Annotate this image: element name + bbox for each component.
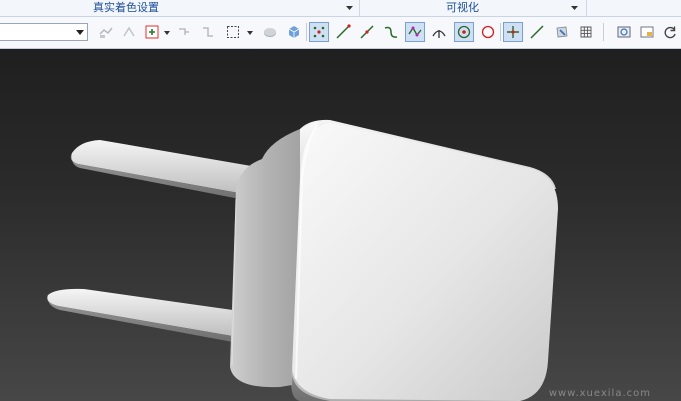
ribbon-group-bar: 真实着色设置 可视化 [0, 0, 681, 17]
mesh-icon[interactable] [576, 22, 596, 42]
fit-view-icon[interactable] [614, 22, 634, 42]
snap-circle-icon[interactable] [478, 22, 498, 42]
select-box-icon[interactable] [223, 22, 243, 42]
chevron-down-icon[interactable] [164, 31, 170, 36]
snap-vertex-icon[interactable] [405, 22, 425, 42]
shading-settings-dropdown-icon[interactable] [345, 3, 354, 12]
charger-model [47, 119, 558, 401]
group-separator [586, 0, 587, 16]
toolbar-separator [500, 23, 501, 41]
toolbar-separator [306, 23, 307, 41]
snap-midpoint-icon[interactable] [429, 22, 449, 42]
window-icon[interactable] [637, 22, 657, 42]
clip-icon[interactable] [174, 22, 194, 42]
view-dropdown[interactable] [0, 23, 88, 41]
chevron-down-icon [76, 30, 84, 35]
refresh-icon[interactable] [660, 22, 680, 42]
clip-edge-icon[interactable] [198, 22, 218, 42]
group-label-visualization[interactable]: 可视化 [446, 0, 479, 16]
mirror-icon[interactable] [119, 22, 139, 42]
group-separator [359, 0, 360, 16]
snap-edge-icon[interactable] [357, 22, 377, 42]
snap-tangent-icon[interactable] [527, 22, 547, 42]
toolbar-separator [603, 23, 604, 41]
view-part-icon[interactable] [260, 22, 280, 42]
show-hide-icon[interactable] [96, 22, 116, 42]
snap-filter-icon[interactable] [142, 22, 162, 42]
snap-grid-icon[interactable] [309, 22, 329, 42]
group-label-shading-settings[interactable]: 真实着色设置 [93, 0, 159, 16]
edit-appearance-icon[interactable] [552, 22, 572, 42]
3d-viewport[interactable]: www.xuexila.com [0, 49, 681, 401]
snap-intersection-icon[interactable] [503, 22, 523, 42]
snap-curve-icon[interactable] [381, 22, 401, 42]
chevron-down-icon[interactable] [247, 31, 253, 36]
watermark: www.xuexila.com [548, 388, 651, 399]
view-solid-icon[interactable] [284, 22, 304, 42]
snap-line-icon[interactable] [333, 22, 353, 42]
charger-body [230, 119, 558, 401]
toolbar [0, 17, 681, 49]
visualization-dropdown-icon[interactable] [570, 3, 579, 12]
snap-center-icon[interactable] [454, 22, 474, 42]
